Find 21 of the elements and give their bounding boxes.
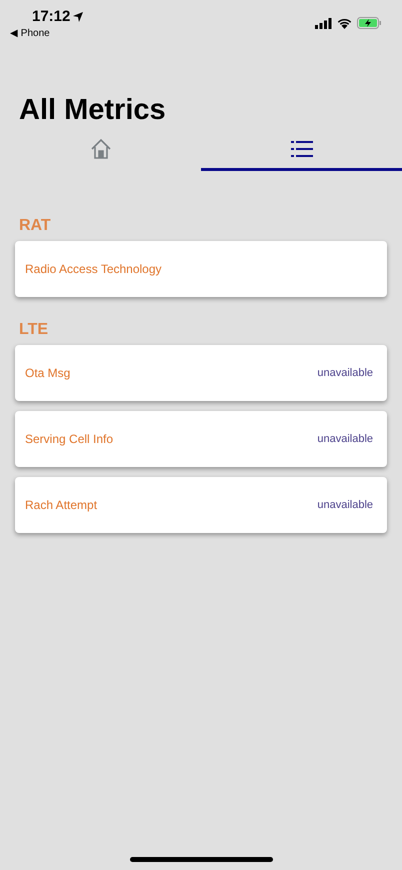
list-icon [290, 140, 312, 158]
metric-label: Serving Cell Info [25, 432, 114, 446]
metric-label: Rach Attempt [25, 498, 98, 512]
wifi-icon [337, 18, 352, 28]
back-to-app-link[interactable]: ◀ Phone [10, 27, 84, 39]
metric-value: unavailable [317, 433, 373, 445]
metric-card[interactable]: Serving Cell Info unavailable [15, 411, 387, 467]
metric-card[interactable]: Ota Msg unavailable [15, 345, 387, 401]
signal-icon [315, 18, 332, 28]
metric-value: unavailable [317, 367, 373, 379]
metric-card[interactable]: Rach Attempt unavailable [15, 477, 387, 533]
location-icon [73, 12, 84, 22]
section-heading: RAT [19, 217, 52, 235]
battery-icon [357, 17, 382, 29]
page-title: All Metrics [19, 94, 167, 127]
metric-value: unavailable [317, 499, 373, 511]
home-icon [90, 138, 112, 160]
metric-label: Radio Access Technology [25, 262, 162, 276]
metric-label: Ota Msg [25, 366, 70, 380]
section-heading: LTE [19, 321, 50, 339]
clock-time: 17:12 [32, 8, 70, 25]
